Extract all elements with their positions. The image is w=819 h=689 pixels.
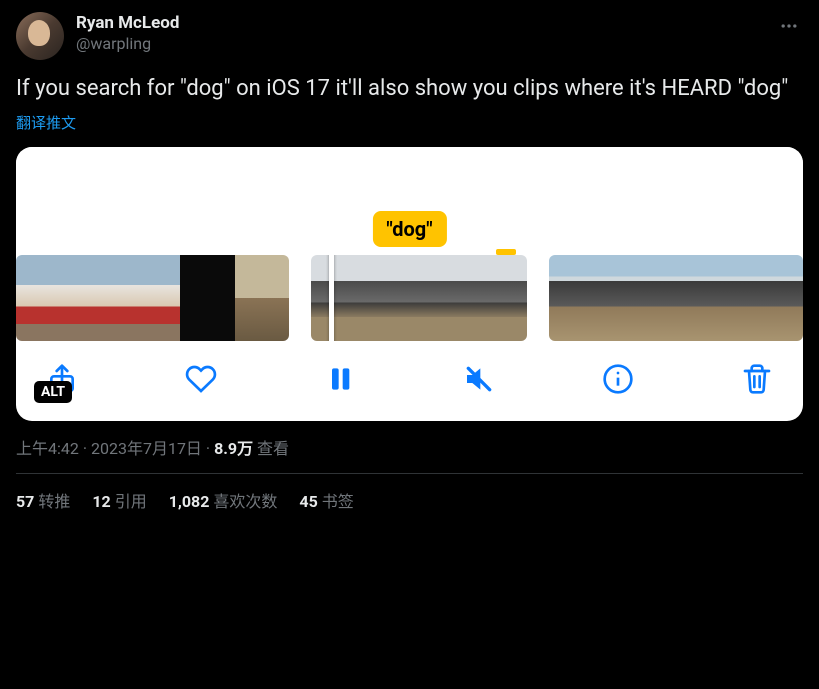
- video-frame: [311, 255, 383, 341]
- bookmarks-stat[interactable]: 45 书签: [299, 488, 353, 512]
- tweet-container: Ryan McLeod @warpling If you search for …: [0, 0, 819, 538]
- tweet-stats: 57转推 12 引用 1,082喜欢次数 45 书签: [16, 474, 803, 526]
- search-term-badge: "dog": [372, 211, 446, 247]
- delete-button[interactable]: [741, 363, 773, 395]
- media-card[interactable]: "dog": [16, 147, 803, 421]
- media-toolbar: [16, 341, 803, 421]
- video-frame: [16, 255, 71, 341]
- bookmarks-count: 45: [299, 492, 317, 511]
- more-icon: [779, 16, 799, 36]
- tweet-text: If you search for "dog" on iOS 17 it'll …: [16, 74, 803, 104]
- tweet-header: Ryan McLeod @warpling: [16, 12, 803, 60]
- video-frame: [761, 255, 803, 341]
- tweet-date[interactable]: 2023年7月17日: [91, 439, 202, 458]
- likes-stat[interactable]: 1,082喜欢次数: [169, 488, 278, 512]
- quotes-stat[interactable]: 12 引用: [92, 488, 146, 512]
- clip-group[interactable]: [549, 255, 803, 341]
- heart-icon: [185, 363, 217, 395]
- author-names[interactable]: Ryan McLeod @warpling: [76, 12, 763, 55]
- avatar[interactable]: [16, 12, 64, 60]
- trash-icon: [741, 363, 773, 395]
- speaker-muted-icon: [463, 363, 495, 395]
- handle: @warpling: [76, 34, 763, 55]
- info-button[interactable]: [602, 363, 634, 395]
- video-frame: [125, 255, 180, 341]
- likes-label: 喜欢次数: [213, 492, 277, 511]
- video-frame: [71, 255, 126, 341]
- pause-icon: [324, 363, 356, 395]
- bookmarks-label: 书签: [322, 492, 354, 511]
- mute-button[interactable]: [463, 363, 495, 395]
- retweets-count: 57: [16, 492, 34, 511]
- translate-link[interactable]: 翻译推文: [16, 112, 76, 133]
- quotes-count: 12: [92, 492, 110, 511]
- playhead-marker: [496, 249, 516, 255]
- video-frame: [592, 255, 634, 341]
- views-label: 查看: [257, 439, 289, 458]
- video-frame: [549, 255, 591, 341]
- filmstrip[interactable]: [16, 255, 803, 341]
- video-frame: [180, 255, 235, 341]
- video-frame: [235, 255, 290, 341]
- video-frame: [383, 255, 455, 341]
- favorite-button[interactable]: [185, 363, 217, 395]
- alt-badge[interactable]: ALT: [34, 381, 72, 403]
- tweet-time[interactable]: 上午4:42: [16, 439, 79, 458]
- clip-group[interactable]: [311, 255, 527, 341]
- retweets-stat[interactable]: 57转推: [16, 488, 70, 512]
- display-name: Ryan McLeod: [76, 12, 763, 34]
- video-frame: [676, 255, 718, 341]
- pause-button[interactable]: [324, 363, 356, 395]
- video-frame: [455, 255, 527, 341]
- quotes-label: 引用: [115, 492, 147, 511]
- playhead[interactable]: [329, 255, 334, 341]
- video-frame: [719, 255, 761, 341]
- info-icon: [602, 363, 634, 395]
- retweets-label: 转推: [38, 492, 70, 511]
- clip-group[interactable]: [16, 255, 289, 341]
- more-button[interactable]: [775, 12, 803, 44]
- views-count: 8.9万: [214, 439, 253, 458]
- likes-count: 1,082: [169, 492, 210, 511]
- video-frame: [634, 255, 676, 341]
- tweet-meta: 上午4:42 · 2023年7月17日 · 8.9万 查看: [16, 435, 803, 474]
- media-top: "dog": [16, 147, 803, 255]
